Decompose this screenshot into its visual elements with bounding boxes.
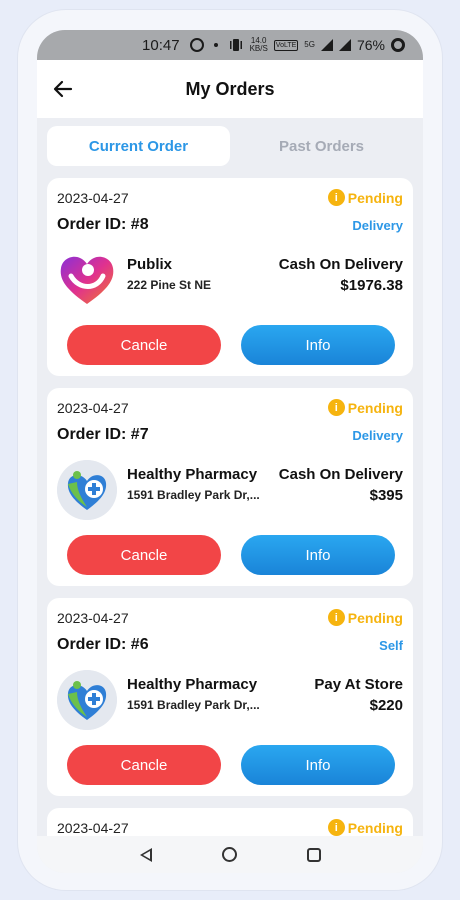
tab-past-orders[interactable]: Past Orders <box>230 126 413 166</box>
status-badge: i Pending <box>327 609 403 626</box>
app-header: My Orders <box>37 60 423 118</box>
orders-list[interactable]: 2023-04-27 i Pending Order ID: #8 Delive… <box>47 178 413 873</box>
battery-icon <box>391 38 405 52</box>
cancel-button[interactable]: Cancle <box>67 745 221 785</box>
order-id: Order ID: #8 <box>57 216 149 233</box>
info-circle-icon: i <box>327 819 345 836</box>
pharmacy-heart-icon <box>57 460 117 520</box>
status-time: 10:47 <box>142 36 180 54</box>
network-type: 5G <box>304 40 315 49</box>
cancel-button[interactable]: Cancle <box>67 325 221 365</box>
delivery-type: Self <box>379 638 403 653</box>
nav-back-icon[interactable] <box>139 847 152 862</box>
order-card: 2023-04-27 i Pending Order ID: #6 Self H… <box>47 598 413 796</box>
signal-icon-2 <box>338 39 351 51</box>
notification-dot-icon <box>213 43 218 47</box>
vibrate-icon <box>229 39 242 51</box>
pharmacy-heart-icon <box>57 670 117 730</box>
info-circle-icon: i <box>327 189 345 206</box>
order-amount: $1976.38 <box>340 277 403 294</box>
order-date: 2023-04-27 <box>57 610 129 626</box>
heart-logo-icon <box>60 256 114 304</box>
order-card: 2023-04-27 i Pending Order ID: #7 Delive… <box>47 388 413 586</box>
info-button[interactable]: Info <box>241 325 395 365</box>
status-label: Pending <box>347 189 403 206</box>
tab-current-order[interactable]: Current Order <box>47 126 230 166</box>
status-badge: i Pending <box>327 399 403 416</box>
status-badge: i Pending <box>327 819 403 836</box>
order-amount: $395 <box>369 487 403 504</box>
order-date: 2023-04-27 <box>57 400 129 416</box>
nav-recents-icon[interactable] <box>306 847 321 862</box>
store-name: Publix <box>127 256 173 273</box>
payment-method: Pay At Store <box>314 676 403 693</box>
net-speed-unit: KB/S <box>249 44 268 53</box>
nav-home-icon[interactable] <box>221 847 237 862</box>
store-name: Healthy Pharmacy <box>127 676 258 693</box>
store-address: 222 Pine St NE <box>127 278 212 292</box>
order-date: 2023-04-27 <box>57 820 129 836</box>
status-label: Pending <box>347 399 403 416</box>
store-address: 1591 Bradley Park Dr,... <box>127 698 260 712</box>
store-name: Healthy Pharmacy <box>127 466 258 483</box>
battery-percent: 76% <box>356 37 385 53</box>
status-label: Pending <box>347 819 403 836</box>
store-address: 1591 Bradley Park Dr,... <box>127 488 260 502</box>
volte-badge: VoLTE <box>273 39 299 51</box>
signal-icon <box>320 39 333 51</box>
payment-method: Cash On Delivery <box>278 256 403 273</box>
order-id: Order ID: #6 <box>57 636 149 653</box>
status-badge: i Pending <box>327 189 403 206</box>
order-card: 2023-04-27 i Pending Order ID: #8 Delive… <box>47 178 413 376</box>
delivery-type: Delivery <box>352 428 403 443</box>
status-bar: 10:47 14.0 KB/S VoLTE 5G 76% <box>37 30 423 60</box>
payment-method: Cash On Delivery <box>278 466 403 483</box>
delivery-type: Delivery <box>352 218 403 233</box>
status-label: Pending <box>347 609 403 626</box>
order-tabs: Current Order Past Orders <box>47 126 413 166</box>
net-speed: 14.0 KB/S <box>250 37 268 53</box>
back-arrow-icon[interactable] <box>51 77 75 101</box>
cancel-button[interactable]: Cancle <box>67 535 221 575</box>
info-circle-icon: i <box>327 399 345 416</box>
order-id: Order ID: #7 <box>57 426 149 443</box>
whatsapp-icon <box>189 38 204 52</box>
order-date: 2023-04-27 <box>57 190 129 206</box>
info-button[interactable]: Info <box>241 745 395 785</box>
info-button[interactable]: Info <box>241 535 395 575</box>
phone-screen: 10:47 14.0 KB/S VoLTE 5G 76% My Orders C… <box>37 30 423 873</box>
info-circle-icon: i <box>327 609 345 626</box>
system-nav-bar <box>37 836 423 873</box>
page-title: My Orders <box>185 78 275 99</box>
order-amount: $220 <box>369 697 403 714</box>
